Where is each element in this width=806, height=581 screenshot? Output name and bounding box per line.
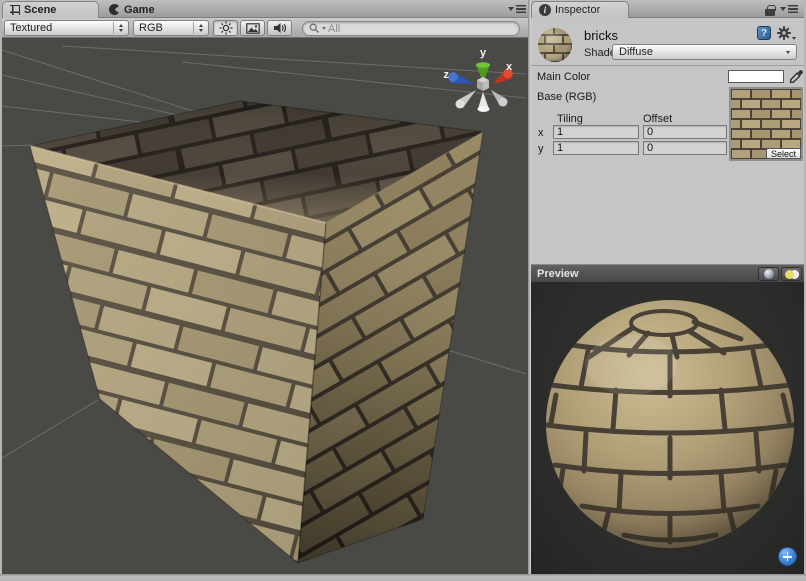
lights-icon bbox=[785, 270, 799, 279]
divider bbox=[531, 65, 804, 66]
chevron-down-icon bbox=[786, 51, 790, 54]
scene-grid-icon bbox=[10, 5, 20, 15]
inspector-panel: i Inspector bbox=[531, 0, 804, 574]
material-preview-area[interactable] bbox=[531, 283, 804, 574]
scene-panel-menu-button[interactable] bbox=[508, 5, 526, 13]
draw-mode-dropdown[interactable]: Textured bbox=[4, 20, 129, 36]
search-scope-text: All bbox=[328, 23, 340, 35]
material-inspector: bricks Shader Diffuse ? bbox=[531, 18, 804, 264]
base-texture-thumbnail[interactable]: Select bbox=[729, 87, 803, 161]
tab-inspector[interactable]: i Inspector bbox=[531, 1, 629, 18]
tab-game-label: Game bbox=[124, 4, 155, 16]
unity-editor-window: Scene Game Textured RGB bbox=[0, 0, 806, 581]
gizmo-label-y: y bbox=[480, 47, 487, 59]
tiling-row-x-label: x bbox=[538, 127, 544, 139]
gizmo-label-x: x bbox=[506, 61, 513, 73]
draw-mode-value: Textured bbox=[10, 22, 52, 34]
preview-mesh-button[interactable] bbox=[758, 267, 779, 281]
info-icon: i bbox=[539, 4, 551, 16]
material-options-button[interactable] bbox=[777, 26, 797, 40]
tab-scene[interactable]: Scene bbox=[2, 1, 99, 18]
shader-dropdown[interactable]: Diffuse bbox=[612, 44, 797, 60]
menu-bars-icon bbox=[516, 5, 526, 13]
render-mode-value: RGB bbox=[139, 22, 163, 34]
game-icon bbox=[109, 4, 120, 15]
speaker-icon bbox=[273, 22, 287, 34]
scene-lighting-toggle[interactable] bbox=[213, 20, 238, 36]
menu-bars-icon bbox=[788, 5, 798, 13]
tab-inspector-label: Inspector bbox=[555, 4, 600, 16]
offset-y-field[interactable]: 0 bbox=[643, 141, 727, 155]
gizmo-center-cube[interactable] bbox=[477, 77, 489, 91]
material-name: bricks bbox=[584, 28, 618, 43]
preview-sphere bbox=[531, 283, 804, 574]
updown-arrows-icon bbox=[193, 22, 203, 34]
preview-title: Preview bbox=[537, 268, 579, 280]
material-sphere-thumbnail bbox=[536, 26, 574, 64]
scene-audio-toggle[interactable] bbox=[267, 20, 292, 36]
preview-header[interactable]: Preview bbox=[531, 264, 804, 283]
brick-cube bbox=[30, 101, 483, 563]
search-icon bbox=[309, 23, 320, 34]
inspector-panel-menu-button[interactable] bbox=[780, 5, 798, 13]
image-icon bbox=[246, 23, 260, 34]
scene-viewport[interactable]: y z x bbox=[2, 38, 528, 574]
gizmo-label-z: z bbox=[444, 69, 450, 81]
render-mode-dropdown[interactable]: RGB bbox=[133, 20, 209, 36]
sun-icon bbox=[219, 21, 233, 35]
tab-scene-label: Scene bbox=[24, 4, 56, 16]
scene-3d-view: y z x bbox=[2, 38, 528, 574]
scene-toolbar: Textured RGB bbox=[2, 18, 528, 38]
sphere-icon bbox=[764, 269, 774, 279]
offset-header: Offset bbox=[643, 113, 672, 125]
tiling-row-y-label: y bbox=[538, 143, 544, 155]
main-color-swatch[interactable] bbox=[728, 70, 784, 83]
scene-tabstrip: Scene Game bbox=[2, 0, 528, 18]
offset-x-field[interactable]: 0 bbox=[643, 125, 727, 139]
main-color-label: Main Color bbox=[537, 71, 590, 83]
base-texture-label: Base (RGB) bbox=[537, 91, 596, 103]
chevron-down-icon bbox=[792, 37, 796, 40]
preview-lighting-button[interactable] bbox=[781, 267, 802, 281]
scene-search-field[interactable]: All bbox=[302, 21, 520, 36]
texture-select-button[interactable]: Select bbox=[766, 148, 801, 159]
search-filter-chevron-icon bbox=[322, 27, 326, 30]
gizmo-axis-z[interactable] bbox=[448, 72, 474, 85]
add-button[interactable] bbox=[778, 547, 797, 566]
eyedropper-icon[interactable] bbox=[789, 69, 804, 84]
inspector-tabstrip: i Inspector bbox=[531, 0, 804, 18]
tiling-y-field[interactable]: 1 bbox=[553, 141, 639, 155]
chevron-down-icon bbox=[508, 7, 514, 11]
help-icon[interactable]: ? bbox=[757, 26, 771, 40]
tiling-x-field[interactable]: 1 bbox=[553, 125, 639, 139]
scene-orientation-gizmo[interactable]: y z x bbox=[444, 47, 514, 112]
scene-skybox-toggle[interactable] bbox=[240, 20, 265, 36]
tab-game[interactable]: Game bbox=[102, 1, 172, 18]
chevron-down-icon bbox=[780, 7, 786, 11]
inspector-lock-button[interactable] bbox=[765, 5, 775, 16]
shader-value: Diffuse bbox=[619, 46, 653, 58]
window-frame-left bbox=[0, 0, 2, 581]
lock-icon bbox=[765, 9, 775, 16]
window-frame-bottom bbox=[0, 574, 806, 581]
scene-panel: Scene Game Textured RGB bbox=[2, 0, 528, 574]
gear-icon bbox=[777, 26, 791, 40]
tiling-header: Tiling bbox=[557, 113, 583, 125]
updown-arrows-icon bbox=[113, 22, 123, 34]
